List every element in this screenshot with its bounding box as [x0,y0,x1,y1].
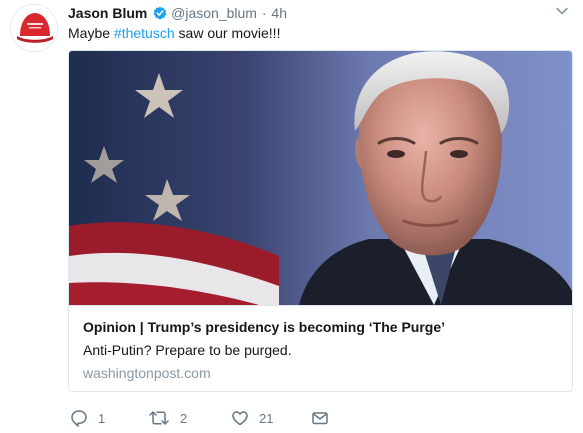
link-card[interactable]: Opinion | Trump’s presidency is becoming… [68,50,573,392]
tweet-actions: 1 2 21 [68,408,488,428]
card-body[interactable]: Opinion | Trump’s presidency is becoming… [69,305,572,391]
avatar[interactable] [10,4,58,52]
verified-badge-icon [153,6,167,20]
card-description: Anti-Putin? Prepare to be purged. [83,342,292,358]
card-domain: washingtonpost.com [83,365,211,381]
hashtag-link[interactable]: #thetusch [114,25,175,41]
separator-dot: · [261,5,267,21]
tweet-timestamp[interactable]: 4h [271,5,287,21]
card-image[interactable] [69,51,572,305]
like-heart-icon [232,411,248,426]
display-name[interactable]: Jason Blum [68,5,147,21]
retweet-icon [149,411,169,425]
card-title[interactable]: Opinion | Trump’s presidency is becoming… [83,318,558,336]
direct-message-icon [312,412,328,425]
like-count: 21 [259,410,274,426]
reply-button[interactable]: 1 [70,408,105,428]
retweet-button[interactable]: 2 [148,408,187,428]
tweet-header: Jason Blum @jason_blum · 4h [68,4,287,22]
user-handle[interactable]: @jason_blum [171,5,257,21]
direct-message-button[interactable] [311,408,329,428]
tweet-text-after: saw our movie!!! [174,25,281,41]
like-button[interactable]: 21 [231,408,273,428]
reply-icon [71,410,87,427]
reply-count: 1 [98,410,106,426]
avatar-red-cap [11,5,57,51]
tweet-text: Maybe #thetusch saw our movie!!! [68,24,280,42]
tweet-text-before: Maybe [68,25,114,41]
retweet-count: 2 [180,410,188,426]
chevron-down-icon[interactable] [555,6,569,16]
